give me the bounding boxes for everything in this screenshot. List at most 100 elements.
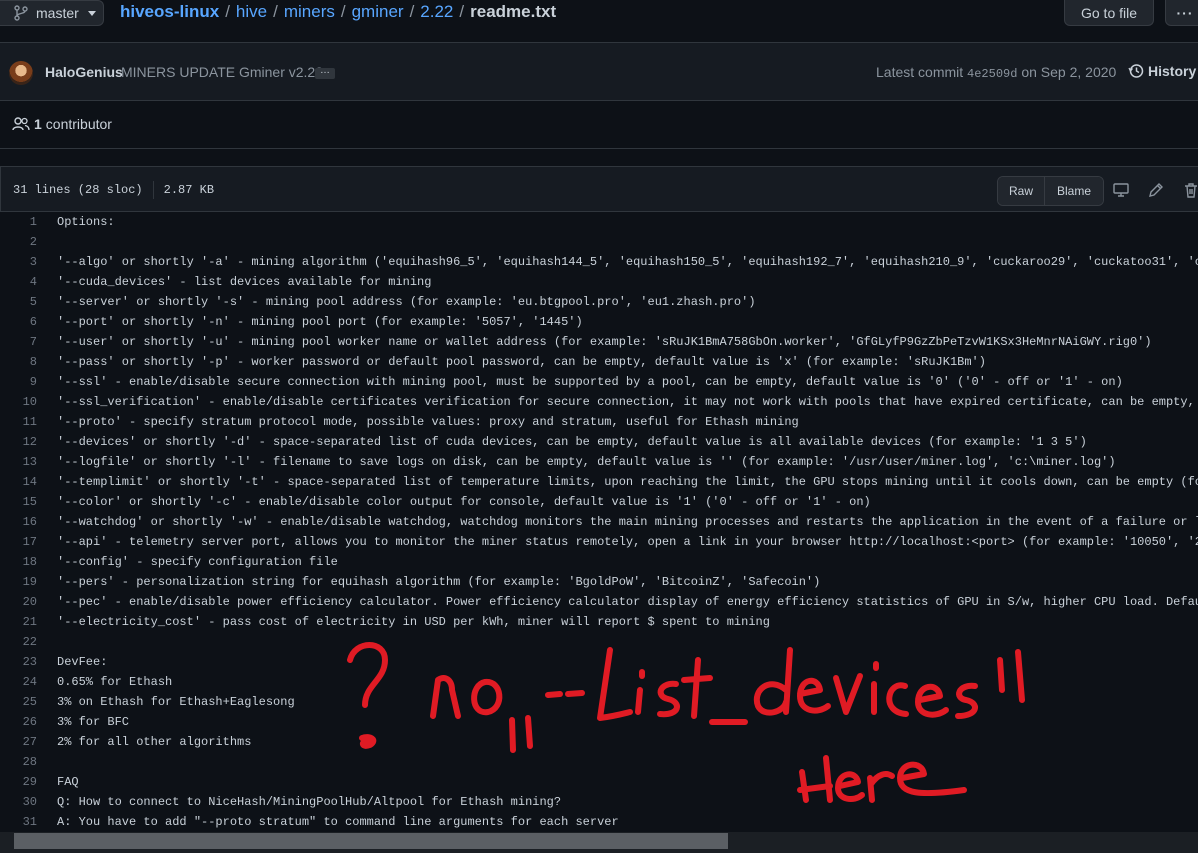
contributors-link[interactable]: 1 contributor [12,116,112,132]
line-number[interactable]: 7 [0,332,37,352]
line-number[interactable]: 30 [0,792,37,812]
code-text: '--server' or shortly '-s' - mining pool… [57,295,756,309]
line-number[interactable]: 13 [0,452,37,472]
more-options-button[interactable]: ··· [1165,0,1198,26]
line-number[interactable]: 27 [0,732,37,752]
avatar[interactable] [9,61,33,85]
code-line: 1 Options: [0,212,1198,232]
line-number[interactable]: 4 [0,272,37,292]
code-line: 24 0.65% for Ethash [0,672,1198,692]
line-number[interactable]: 6 [0,312,37,332]
file-header: 31 lines (28 sloc) 2.87 KB Raw Blame [0,166,1198,212]
line-number[interactable]: 16 [0,512,37,532]
breadcrumb-gminer-link[interactable]: gminer [352,2,404,21]
people-icon [12,117,30,131]
line-number[interactable]: 3 [0,252,37,272]
go-to-file-button[interactable]: Go to file [1064,0,1154,26]
code-line: 19 '--pers' - personalization string for … [0,572,1198,592]
breadcrumb-version-link[interactable]: 2.22 [420,2,453,21]
line-number[interactable]: 25 [0,692,37,712]
file-info: 31 lines (28 sloc) 2.87 KB [13,181,214,199]
divider [152,181,154,199]
commit-sha-link[interactable]: 4e2509d [967,67,1017,81]
line-number[interactable]: 26 [0,712,37,732]
line-number[interactable]: 8 [0,352,37,372]
line-number[interactable]: 10 [0,392,37,412]
code-text: 3% for BFC [57,715,130,729]
trash-icon[interactable] [1183,182,1198,198]
code-text: '--proto' - specify stratum protocol mod… [57,415,799,429]
line-number[interactable]: 20 [0,592,37,612]
code-text: '--ssl' - enable/disable secure connecti… [57,375,1123,389]
code-text: 2% for all other algorithms [57,735,252,749]
line-number[interactable]: 28 [0,752,37,772]
breadcrumb-repo-link[interactable]: hiveos-linux [120,2,219,21]
code-line: 31 A: You have to add "--proto stratum" t… [0,812,1198,832]
code-text: 3% on Ethash for Ethash+Eaglesong [57,695,295,709]
breadcrumb-hive-link[interactable]: hive [236,2,267,21]
raw-button[interactable]: Raw [998,177,1045,205]
code-text: '--color' or shortly '-c' - enable/disab… [57,495,871,509]
code-line: 21 '--electricity_cost' - pass cost of el… [0,612,1198,632]
code-line: 27 2% for all other algorithms [0,732,1198,752]
expand-commit-message-button[interactable]: … [315,66,335,79]
code-text: Options: [57,215,115,229]
line-number[interactable]: 11 [0,412,37,432]
line-number[interactable]: 9 [0,372,37,392]
line-number[interactable]: 2 [0,232,37,252]
line-number[interactable]: 15 [0,492,37,512]
line-number[interactable]: 19 [0,572,37,592]
desktop-icon[interactable] [1113,182,1129,198]
blame-button[interactable]: Blame [1045,177,1103,205]
commit-date: on Sep 2, 2020 [1021,64,1117,80]
commit-message-link[interactable]: MINERS UPDATE Gminer v2.22 [121,64,323,80]
line-number[interactable]: 17 [0,532,37,552]
pencil-icon[interactable] [1148,182,1164,198]
scrollbar-thumb[interactable] [14,833,728,849]
code-view: 1 Options: 2 3 '--algo' or shortly '-a' - mi… [0,212,1198,832]
code-line: 23 DevFee: [0,652,1198,672]
line-number[interactable]: 14 [0,472,37,492]
branch-name: master [36,5,79,21]
code-line: 25 3% on Ethash for Ethash+Eaglesong [0,692,1198,712]
code-text: Q: How to connect to NiceHash/MiningPool… [57,795,562,809]
line-number[interactable]: 21 [0,612,37,632]
code-line: 6 '--port' or shortly '-n' - mining pool … [0,312,1198,332]
code-line: 17 '--api' - telemetry server port, allow… [0,532,1198,552]
history-label: History [1148,63,1197,79]
code-line: 22 [0,632,1198,652]
code-line: 12 '--devices' or shortly '-d' - space-se… [0,432,1198,452]
line-number[interactable]: 12 [0,432,37,452]
code-line: 3 '--algo' or shortly '-a' - mining algor… [0,252,1198,272]
code-text: '--ssl_verification' - enable/disable ce… [57,395,1198,409]
top-bar: master hiveos-linux / hive / miners / gminer / 2… [0,0,1198,42]
code-text: FAQ [57,775,79,789]
code-text: '--devices' or shortly '-d' - space-sepa… [57,435,1087,449]
line-number[interactable]: 23 [0,652,37,672]
breadcrumb-miners-link[interactable]: miners [284,2,335,21]
code-text: '--logfile' or shortly '-l' - filename t… [57,455,1116,469]
line-number[interactable]: 24 [0,672,37,692]
line-number[interactable]: 18 [0,552,37,572]
breadcrumb-separator: / [459,2,465,21]
line-number[interactable]: 29 [0,772,37,792]
code-line: 8 '--pass' or shortly '-p' - worker passw… [0,352,1198,372]
line-number[interactable]: 1 [0,212,37,232]
line-number[interactable]: 22 [0,632,37,652]
line-number[interactable]: 5 [0,292,37,312]
breadcrumb-separator: / [409,2,415,21]
line-number[interactable]: 31 [0,812,37,832]
code-line: 26 3% for BFC [0,712,1198,732]
code-text: '--cuda_devices' - list devices availabl… [57,275,432,289]
breadcrumb-separator: / [225,2,230,21]
code-line: 16 '--watchdog' or shortly '-w' - enable/… [0,512,1198,532]
code-line: 18 '--config' - specify configuration fil… [0,552,1198,572]
code-text: '--pass' or shortly '-p' - worker passwo… [57,355,986,369]
commit-author-link[interactable]: HaloGenius [45,64,123,80]
code-text: DevFee: [57,655,108,669]
code-text: '--pec' - enable/disable power efficienc… [57,595,1198,609]
branch-selector-button[interactable]: master [0,0,104,26]
code-line: 4 '--cuda_devices' - list devices availab… [0,272,1198,292]
breadcrumb-separator: / [340,2,346,21]
history-link[interactable]: History [1128,63,1196,79]
